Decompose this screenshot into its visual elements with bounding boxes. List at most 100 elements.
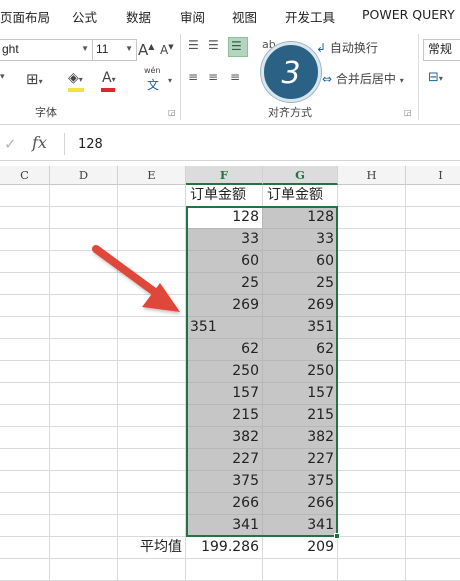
cell-e[interactable] — [118, 339, 186, 361]
order-amount-cell-g[interactable]: 157 — [263, 383, 338, 405]
cell-d[interactable] — [50, 493, 118, 515]
order-amount-cell-f[interactable]: 351 — [186, 317, 263, 339]
align-right-icon[interactable]: ≡ — [230, 70, 240, 84]
order-amount-cell-f[interactable]: 62 — [186, 339, 263, 361]
tab-formulas[interactable]: 公式 — [72, 7, 97, 26]
cell-g[interactable] — [263, 559, 338, 581]
fill-handle[interactable] — [334, 533, 340, 539]
cell-f[interactable] — [186, 559, 263, 581]
order-amount-cell-f[interactable]: 60 — [186, 251, 263, 273]
column-header-e[interactable]: E — [118, 166, 186, 185]
cell-d[interactable] — [50, 515, 118, 537]
insert-function-button[interactable]: fx — [32, 133, 47, 152]
cell-e[interactable] — [118, 383, 186, 405]
order-amount-cell-g[interactable]: 227 — [263, 449, 338, 471]
order-amount-cell-f[interactable]: 250 — [186, 361, 263, 383]
average-value-cell-g[interactable]: 209 — [263, 537, 338, 559]
order-amount-cell-g[interactable]: 341 — [263, 515, 338, 537]
cell-d[interactable] — [50, 559, 118, 581]
cell-c[interactable] — [0, 207, 50, 229]
order-amount-cell-g[interactable]: 215 — [263, 405, 338, 427]
cell-e[interactable] — [118, 449, 186, 471]
cell-e[interactable] — [118, 471, 186, 493]
underline-dropdown-icon[interactable]: ▾ — [0, 72, 5, 82]
cell-d[interactable] — [50, 537, 118, 559]
cell-i[interactable] — [406, 493, 460, 515]
order-amount-cell-g[interactable]: 250 — [263, 361, 338, 383]
cell-h[interactable] — [338, 207, 406, 229]
cell-i[interactable] — [406, 185, 460, 207]
cell-d[interactable] — [50, 185, 118, 207]
order-amount-cell-f[interactable]: 215 — [186, 405, 263, 427]
column-header-f[interactable]: F — [186, 166, 263, 185]
cell-c[interactable] — [0, 361, 50, 383]
cell-c[interactable] — [0, 493, 50, 515]
cell-h[interactable] — [338, 339, 406, 361]
cell-h[interactable] — [338, 229, 406, 251]
cell-c[interactable] — [0, 383, 50, 405]
tab-view[interactable]: 视图 — [232, 7, 257, 26]
cell-e[interactable] — [118, 361, 186, 383]
cell-c[interactable] — [0, 273, 50, 295]
cell-e[interactable] — [118, 405, 186, 427]
align-middle-icon[interactable]: ☰ — [208, 38, 219, 52]
order-amount-cell-f[interactable]: 341 — [186, 515, 263, 537]
cell-e[interactable] — [118, 515, 186, 537]
tab-data[interactable]: 数据 — [126, 7, 151, 26]
cell-c[interactable] — [0, 185, 50, 207]
currency-format-icon[interactable]: ⊟▾ — [428, 70, 443, 85]
alignment-dialog-launcher-icon[interactable]: ◲ — [404, 108, 412, 117]
cell-h[interactable] — [338, 493, 406, 515]
font-dialog-launcher-icon[interactable]: ◲ — [168, 108, 176, 117]
order-amount-cell-g[interactable]: 351 — [263, 317, 338, 339]
cell-i[interactable] — [406, 559, 460, 581]
cell-h[interactable] — [338, 427, 406, 449]
merge-center-button[interactable]: ⇔ 合并后居中 ▾ — [322, 70, 404, 87]
cell-i[interactable] — [406, 383, 460, 405]
cell-e[interactable] — [118, 185, 186, 207]
header-cell-f[interactable]: 订单金额 — [186, 185, 263, 207]
cell-i[interactable] — [406, 471, 460, 493]
order-amount-cell-g[interactable]: 266 — [263, 493, 338, 515]
borders-button[interactable]: ⊞▾ — [26, 70, 43, 88]
cell-e[interactable] — [118, 493, 186, 515]
column-header-d[interactable]: D — [50, 166, 118, 185]
cell-c[interactable] — [0, 559, 50, 581]
font-color-button[interactable]: A▾ — [101, 70, 116, 92]
align-top-icon[interactable]: ☰ — [188, 38, 199, 52]
cell-d[interactable] — [50, 405, 118, 427]
average-label-cell[interactable]: 平均值 — [118, 537, 186, 559]
cell-e[interactable] — [118, 427, 186, 449]
align-center-icon[interactable]: ≡ — [208, 70, 218, 84]
cell-c[interactable] — [0, 317, 50, 339]
cell-c[interactable] — [0, 515, 50, 537]
order-amount-cell-g[interactable]: 60 — [263, 251, 338, 273]
cell-d[interactable] — [50, 449, 118, 471]
cell-i[interactable] — [406, 515, 460, 537]
order-amount-cell-g[interactable]: 33 — [263, 229, 338, 251]
cell-i[interactable] — [406, 251, 460, 273]
cell-c[interactable] — [0, 449, 50, 471]
cell-i[interactable] — [406, 295, 460, 317]
average-value-cell-f[interactable]: 199.286 — [186, 537, 263, 559]
order-amount-cell-g[interactable]: 269 — [263, 295, 338, 317]
order-amount-cell-f[interactable]: 227 — [186, 449, 263, 471]
cell-c[interactable] — [0, 471, 50, 493]
cell-d[interactable] — [50, 383, 118, 405]
cell-i[interactable] — [406, 273, 460, 295]
cell-h[interactable] — [338, 273, 406, 295]
wrap-text-button[interactable]: ↲ 自动换行 — [316, 39, 378, 56]
cell-e[interactable] — [118, 559, 186, 581]
cell-h[interactable] — [338, 537, 406, 559]
cell-h[interactable] — [338, 185, 406, 207]
order-amount-cell-g[interactable]: 382 — [263, 427, 338, 449]
fill-color-button[interactable]: ◈▾ — [68, 70, 84, 92]
cell-d[interactable] — [50, 471, 118, 493]
cell-i[interactable] — [406, 207, 460, 229]
cell-i[interactable] — [406, 427, 460, 449]
font-size-combo[interactable]: 11 ▼ — [92, 39, 137, 61]
order-amount-cell-f[interactable]: 157 — [186, 383, 263, 405]
cell-c[interactable] — [0, 405, 50, 427]
cell-c[interactable] — [0, 427, 50, 449]
cell-h[interactable] — [338, 471, 406, 493]
